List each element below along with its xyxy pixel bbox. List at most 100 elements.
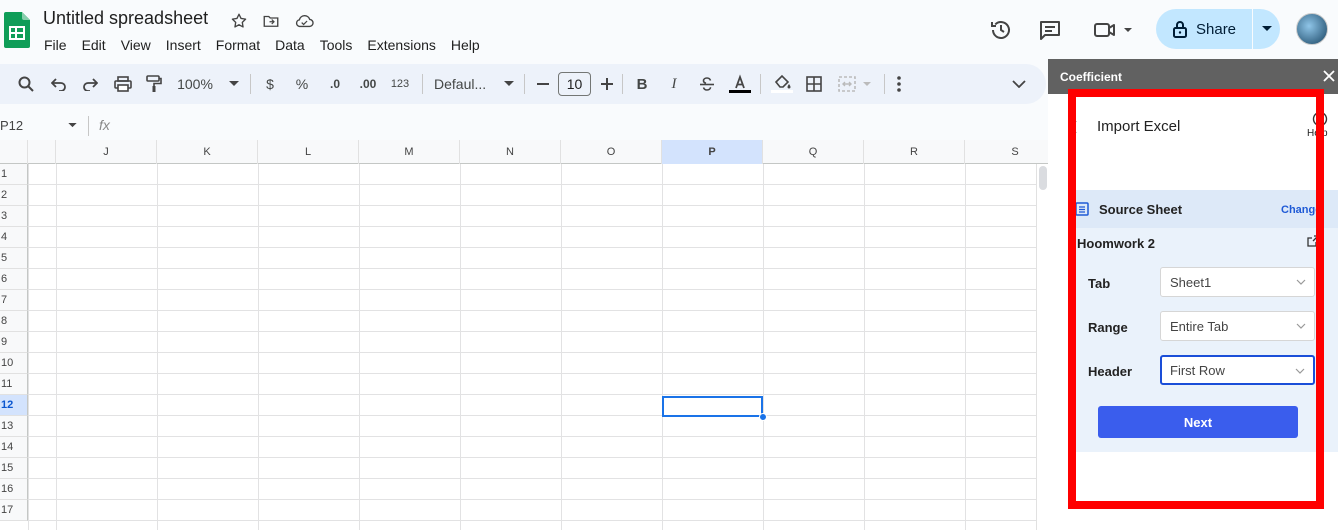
column-header-p[interactable]: P bbox=[662, 140, 763, 164]
row-header-8[interactable]: 8 bbox=[0, 311, 28, 332]
share-dropdown-icon[interactable] bbox=[1253, 9, 1280, 49]
row-header-6[interactable]: 6 bbox=[0, 269, 28, 290]
help-icon[interactable] bbox=[1312, 111, 1328, 127]
more-options-icon[interactable] bbox=[892, 74, 906, 94]
column-header-m[interactable]: M bbox=[359, 140, 460, 164]
workbook-name: Hoomwork 2 bbox=[1077, 236, 1156, 251]
header-select[interactable]: First Row bbox=[1160, 355, 1315, 385]
tab-select[interactable]: Sheet1 bbox=[1160, 267, 1315, 297]
name-box[interactable]: P12 bbox=[0, 118, 80, 134]
row-header-17[interactable]: 17 bbox=[0, 500, 28, 521]
text-color-icon[interactable] bbox=[729, 74, 751, 94]
column-header-q[interactable]: Q bbox=[763, 140, 864, 164]
close-icon[interactable] bbox=[1322, 69, 1336, 83]
currency-format-button[interactable]: $ bbox=[262, 74, 278, 94]
menu-extensions[interactable]: Extensions bbox=[367, 37, 443, 53]
menu-tools[interactable]: Tools bbox=[320, 37, 361, 53]
selected-cell[interactable] bbox=[662, 396, 763, 417]
number-format-button[interactable]: 123 bbox=[388, 74, 412, 94]
column-header-l[interactable]: L bbox=[258, 140, 359, 164]
row-header-7[interactable]: 7 bbox=[0, 290, 28, 311]
font-value: Defaul... bbox=[434, 76, 487, 92]
row-header-11[interactable]: 11 bbox=[0, 374, 28, 395]
sheet-list-icon bbox=[1075, 202, 1089, 216]
menu-view[interactable]: View bbox=[121, 37, 159, 53]
document-title[interactable]: Untitled spreadsheet bbox=[43, 8, 208, 29]
merge-cells-icon[interactable] bbox=[838, 74, 874, 94]
row-header-13[interactable]: 13 bbox=[0, 416, 28, 437]
column-header-j[interactable]: J bbox=[56, 140, 157, 164]
font-dropdown-icon bbox=[504, 81, 514, 87]
increase-decimal-button[interactable]: .00 bbox=[356, 74, 380, 94]
menu-format[interactable]: Format bbox=[216, 37, 268, 53]
column-headers: JKLMNOPQRS bbox=[0, 140, 1048, 164]
row-header-3[interactable]: 3 bbox=[0, 206, 28, 227]
row-header-5[interactable]: 5 bbox=[0, 248, 28, 269]
sheets-logo[interactable] bbox=[4, 12, 30, 48]
next-button[interactable]: Next bbox=[1098, 406, 1298, 438]
column-header-k[interactable]: K bbox=[157, 140, 258, 164]
search-menus-icon[interactable] bbox=[16, 74, 36, 94]
source-sheet-card: Source Sheet Change Hoomwork 2 Tab Sheet… bbox=[1068, 190, 1338, 452]
menu-insert[interactable]: Insert bbox=[166, 37, 209, 53]
row-header-1[interactable]: 1 bbox=[0, 164, 28, 185]
row-header-15[interactable]: 15 bbox=[0, 458, 28, 479]
move-folder-icon[interactable] bbox=[262, 12, 280, 30]
select-all-corner[interactable] bbox=[0, 140, 28, 164]
italic-button[interactable]: I bbox=[666, 74, 682, 94]
history-icon[interactable] bbox=[989, 18, 1013, 42]
decrease-decimal-button[interactable]: .0 bbox=[324, 74, 346, 94]
undo-icon[interactable] bbox=[49, 74, 69, 94]
share-label: Share bbox=[1196, 20, 1237, 38]
zoom-dropdown-icon bbox=[228, 81, 239, 87]
font-select[interactable]: Defaul... bbox=[434, 74, 514, 94]
row-header-12[interactable]: 12 bbox=[0, 395, 28, 416]
fill-handle[interactable] bbox=[759, 413, 767, 421]
borders-icon[interactable] bbox=[805, 74, 823, 94]
menu-file[interactable]: File bbox=[44, 37, 75, 53]
row-header-2[interactable]: 2 bbox=[0, 185, 28, 206]
open-external-icon[interactable] bbox=[1307, 235, 1319, 247]
star-icon[interactable] bbox=[230, 12, 248, 30]
share-button[interactable]: Share bbox=[1156, 9, 1280, 49]
font-size-input[interactable]: 10 bbox=[558, 72, 591, 96]
row-header-4[interactable]: 4 bbox=[0, 227, 28, 248]
column-header-n[interactable]: N bbox=[460, 140, 561, 164]
vertical-scrollbar[interactable] bbox=[1036, 164, 1048, 530]
fill-color-icon[interactable] bbox=[771, 74, 793, 94]
menu-edit[interactable]: Edit bbox=[82, 37, 114, 53]
coefficient-panel: Coefficient Import Excel Help Source She… bbox=[1048, 59, 1338, 530]
row-header-10[interactable]: 10 bbox=[0, 353, 28, 374]
zoom-select[interactable]: 100% bbox=[176, 74, 240, 94]
column-header-o[interactable]: O bbox=[561, 140, 662, 164]
strikethrough-icon[interactable] bbox=[698, 74, 716, 94]
row-header-16[interactable]: 16 bbox=[0, 479, 28, 500]
toolbar: 100% $ % .0 .00 123 Defaul... 10 B I bbox=[0, 64, 1046, 104]
spreadsheet-grid[interactable]: JKLMNOPQRS 1 2 3 4 5 6 7 8 9 10 11 12 13 14 15 16 17 bbox=[0, 140, 1048, 530]
redo-icon[interactable] bbox=[80, 74, 100, 94]
range-select[interactable]: Entire Tab bbox=[1160, 311, 1315, 341]
change-link[interactable]: Change bbox=[1281, 204, 1321, 216]
row-header-9[interactable]: 9 bbox=[0, 332, 28, 353]
column-header-r[interactable]: R bbox=[864, 140, 965, 164]
chevron-down-icon bbox=[1296, 322, 1306, 330]
collapse-toolbar-icon[interactable] bbox=[1010, 74, 1028, 94]
video-call-icon[interactable] bbox=[1092, 18, 1136, 42]
row-header-14[interactable]: 14 bbox=[0, 437, 28, 458]
cloud-saved-icon[interactable] bbox=[294, 12, 314, 30]
print-icon[interactable] bbox=[113, 74, 133, 94]
column-header-s[interactable]: S bbox=[965, 140, 1048, 164]
bold-button[interactable]: B bbox=[634, 74, 650, 94]
percent-format-button[interactable]: % bbox=[294, 74, 310, 94]
column-header[interactable] bbox=[28, 140, 56, 164]
scrollbar-thumb[interactable] bbox=[1039, 166, 1047, 190]
increase-font-size-icon[interactable] bbox=[600, 74, 614, 94]
help-label[interactable]: Help bbox=[1307, 128, 1328, 139]
comment-icon[interactable] bbox=[1038, 18, 1062, 42]
avatar[interactable] bbox=[1296, 13, 1328, 45]
paint-format-icon[interactable] bbox=[144, 74, 164, 94]
decrease-font-size-icon[interactable] bbox=[536, 74, 550, 94]
menu-help[interactable]: Help bbox=[451, 37, 488, 53]
back-icon[interactable] bbox=[1068, 120, 1078, 134]
menu-data[interactable]: Data bbox=[275, 37, 313, 53]
